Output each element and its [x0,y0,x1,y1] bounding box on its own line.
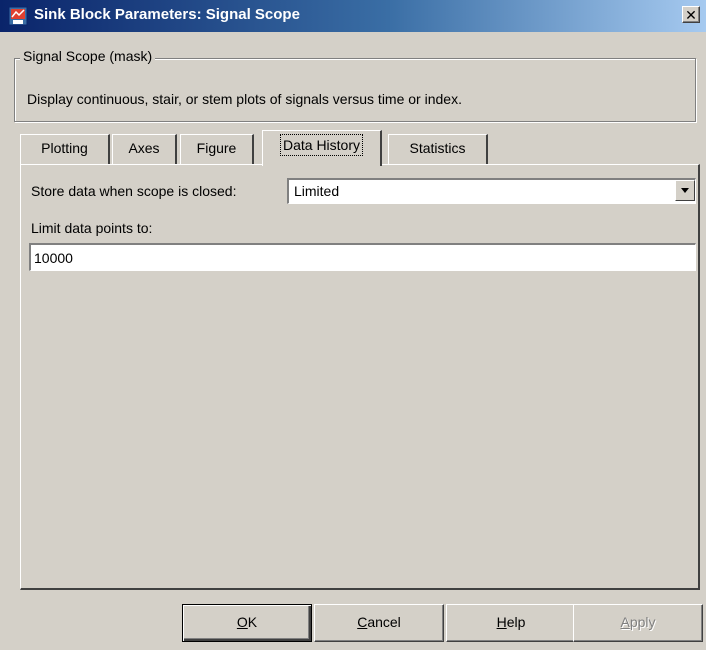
tab-label: Statistics [409,140,466,156]
tab-label: Figure [196,140,237,156]
ok-button[interactable]: OK [182,604,312,642]
window-title: Sink Block Parameters: Signal Scope [34,6,300,23]
tab-plotting[interactable]: Plotting [20,134,110,164]
tab-label: Axes [128,140,160,156]
cancel-label: ancel [367,614,401,630]
store-data-select[interactable]: Limited [287,178,696,204]
apply-mnemonic: A [620,614,630,630]
cancel-mnemonic: C [357,614,368,630]
simulink-block-icon [8,6,28,26]
tab-statistics[interactable]: Statistics [388,134,488,164]
limit-data-input[interactable] [29,243,696,271]
chevron-down-icon[interactable] [675,180,695,201]
title-bar[interactable]: Sink Block Parameters: Signal Scope ✕ [0,0,706,32]
store-data-label: Store data when scope is closed: [31,183,237,199]
mask-group-title: Signal Scope (mask) [20,48,156,64]
tab-figure[interactable]: Figure [180,134,254,164]
tab-data-history[interactable]: Data History [262,130,382,166]
close-button[interactable]: ✕ [682,6,700,23]
help-button[interactable]: Help [446,604,576,642]
cancel-button[interactable]: Cancel [314,604,444,642]
ok-mnemonic: O [236,614,248,630]
apply-label: pply [629,614,656,630]
help-mnemonic: H [496,614,507,630]
tab-axes[interactable]: Axes [112,134,177,164]
mask-group-box [14,58,696,122]
tab-label: Plotting [41,140,88,156]
close-icon: ✕ [685,7,697,23]
tab-label: Data History [279,134,364,156]
ok-label: K [247,614,258,630]
store-data-value: Limited [294,183,340,199]
mask-description: Display continuous, stair, or stem plots… [27,91,462,107]
help-label: elp [506,614,526,630]
dialog-window: Sink Block Parameters: Signal Scope ✕ Si… [0,0,706,650]
apply-button[interactable]: Apply [573,604,703,642]
limit-data-label: Limit data points to: [31,220,153,236]
